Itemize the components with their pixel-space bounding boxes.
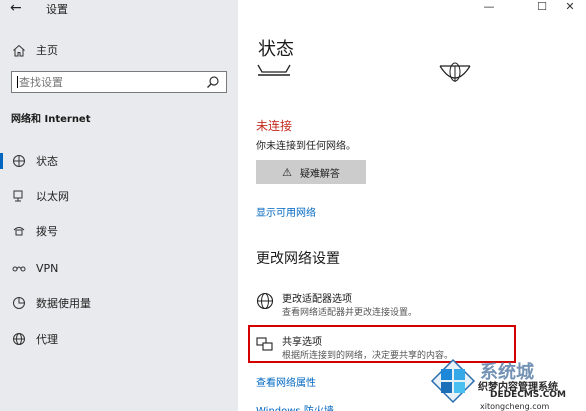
- connection-status-desc: 你未连接到任何网络。: [256, 141, 356, 152]
- warning-icon: ⚠: [282, 165, 292, 179]
- search-input[interactable]: [12, 72, 192, 92]
- ethernet-icon: [13, 190, 23, 202]
- minimize-button[interactable]: —: [473, 0, 505, 14]
- home-icon: [13, 44, 25, 56]
- sidebar-item-label: 数据使用量: [36, 297, 91, 310]
- nav-home[interactable]: 主页: [12, 42, 58, 58]
- back-arrow-icon[interactable]: ←: [10, 0, 30, 18]
- dialup-icon: [13, 227, 25, 236]
- data-usage-icon: [13, 297, 25, 309]
- sidebar-item-label: 以太网: [36, 190, 69, 203]
- firewall-link[interactable]: Windows 防火墙: [256, 402, 334, 411]
- globe-icon: [439, 62, 471, 82]
- connection-status: 未连接: [256, 119, 293, 133]
- watermark-line3: DEDECMS.COM: [490, 390, 566, 400]
- sidebar: ← 设置 主页 网络和 Internet 状态 以太网: [0, 0, 238, 411]
- proxy-icon: [13, 333, 25, 345]
- view-properties-link[interactable]: 查看网络属性: [256, 374, 316, 389]
- sidebar-item-proxy[interactable]: 代理: [0, 324, 238, 354]
- sidebar-item-data-usage[interactable]: 数据使用量: [0, 288, 238, 318]
- close-button[interactable]: ✕: [554, 0, 586, 14]
- app-title: 设置: [46, 3, 68, 16]
- adapter-icon: [256, 292, 274, 310]
- change-settings-heading: 更改网络设置: [256, 251, 340, 267]
- watermark-logo: [430, 358, 476, 404]
- watermark: 系统城 织梦内容管理系统 DEDECMS.COM xitongcheng.com: [428, 356, 586, 411]
- sidebar-item-ethernet[interactable]: 以太网: [0, 181, 238, 211]
- search-field[interactable]: [11, 71, 227, 93]
- network-device-icon: [257, 64, 291, 76]
- status-icon: [13, 155, 25, 167]
- search-icon[interactable]: [206, 75, 220, 89]
- section-title: 网络和 Internet: [11, 114, 91, 125]
- text-cursor: [17, 76, 18, 88]
- sidebar-item-label: VPN: [36, 261, 59, 275]
- adapter-options-item[interactable]: 更改适配器选项 查看网络适配器并更改连接设置。: [256, 290, 566, 320]
- troubleshoot-button[interactable]: ⚠ 疑难解答: [256, 160, 366, 184]
- sidebar-item-label: 拨号: [36, 225, 58, 238]
- vpn-icon: [12, 266, 26, 272]
- sidebar-item-label: 代理: [36, 333, 58, 346]
- sidebar-item-dialup[interactable]: 拨号: [0, 216, 238, 246]
- show-networks-link[interactable]: 显示可用网络: [256, 204, 316, 219]
- watermark-line4: xitongcheng.com: [480, 402, 550, 411]
- page-title: 状态: [258, 39, 294, 60]
- option-title: 更改适配器选项: [282, 294, 352, 305]
- troubleshoot-label: 疑难解答: [299, 168, 340, 180]
- option-desc: 查看网络适配器并更改连接设置。: [282, 308, 418, 318]
- sidebar-item-label: 状态: [36, 155, 58, 168]
- sidebar-item-vpn[interactable]: VPN: [0, 253, 238, 283]
- sidebar-item-status[interactable]: 状态: [0, 146, 238, 176]
- nav-home-label: 主页: [36, 44, 58, 57]
